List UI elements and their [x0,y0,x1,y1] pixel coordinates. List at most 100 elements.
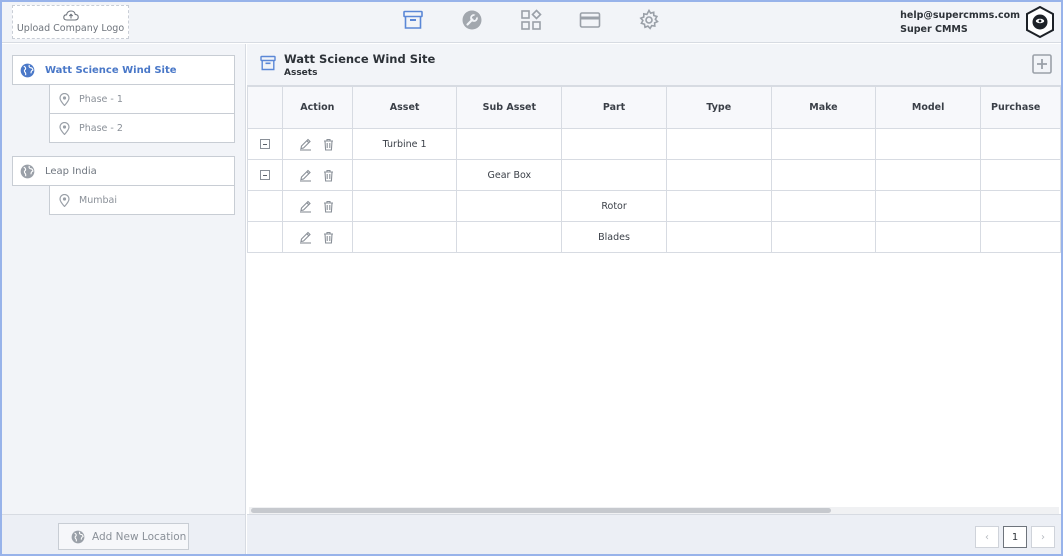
sublocation-item-mumbai[interactable]: Mumbai [49,186,235,215]
globe-icon [20,164,35,178]
asset-cell [351,221,458,253]
expand-cell [247,221,283,253]
column-header-make[interactable]: Make [770,86,877,129]
add-asset-button[interactable] [1032,54,1052,74]
nav-assets[interactable] [402,9,424,31]
expand-cell [247,159,283,191]
part-cell [561,159,667,191]
sub-asset-cell [456,221,563,253]
edit-icon[interactable] [299,169,312,182]
location-item-leap-india[interactable]: Leap India [12,156,235,186]
edit-icon[interactable] [299,200,312,213]
widgets-icon [521,9,542,30]
sub-asset-cell [456,128,563,160]
make-cell [770,190,877,222]
sublocation-item-phase-2[interactable]: Phase - 2 [49,114,235,143]
wrench-icon [462,10,482,30]
column-header-asset[interactable]: Asset [351,86,458,129]
user-email: help@supercmms.com [900,10,1020,21]
page-subtitle: Assets [284,68,318,78]
table-row[interactable]: Gear Box [247,159,1061,191]
part-cell: Blades [561,221,667,253]
nav-billing[interactable] [579,9,601,31]
make-cell [770,159,877,191]
table-row[interactable]: Turbine 1 [247,128,1061,160]
globe-icon [20,63,35,77]
table-row[interactable]: Blades [247,221,1061,253]
type-cell [665,221,772,253]
table-row[interactable]: Rotor [247,190,1061,222]
map-pin-icon [59,193,70,207]
gear-icon [639,9,659,30]
nav-widgets[interactable] [520,9,542,31]
assets-table: Action Asset Sub Asset Part Type Make Mo… [247,86,1061,253]
top-header: Upload Company Logo help@supercmms.com S… [2,2,1061,43]
sublocation-label: Phase - 1 [79,93,123,105]
collapse-toggle[interactable] [259,139,270,149]
location-item-watt-science[interactable]: Watt Science Wind Site [12,55,235,85]
sidebar-footer: Add New Location [2,514,246,554]
card-icon [579,12,601,28]
purchase-cell [980,190,1061,222]
column-header-action: Action [281,86,353,129]
globe-icon [71,530,85,543]
column-header-purchase[interactable]: Purchase [980,86,1061,129]
table-header-row: Action Asset Sub Asset Part Type Make Mo… [247,86,1061,129]
cloud-upload-icon [62,10,79,21]
user-name: Super CMMS [900,24,968,35]
asset-cell [351,159,458,191]
purchase-cell [980,128,1061,160]
part-cell [561,128,667,160]
location-group: Leap India Mumbai [12,156,235,215]
trash-icon[interactable] [322,138,335,151]
asset-cell: Turbine 1 [351,128,458,160]
page-number-button[interactable]: 1 [1003,526,1027,548]
map-pin-icon [59,92,70,106]
action-cell [281,221,353,253]
edit-icon[interactable] [299,231,312,244]
nav-maintenance[interactable] [461,9,483,31]
pagination: ‹ 1 › [975,526,1055,548]
map-pin-icon [59,121,70,135]
location-label: Watt Science Wind Site [45,64,177,76]
location-group: Watt Science Wind Site Phase - 1 Phase -… [12,55,235,143]
sublocation-label: Phase - 2 [79,122,123,134]
user-info: help@supercmms.com Super CMMS [900,9,1020,37]
sub-asset-cell: Gear Box [456,159,563,191]
column-header-model[interactable]: Model [875,86,982,129]
column-header-part[interactable]: Part [561,86,667,129]
column-header-expand [247,86,283,129]
trash-icon[interactable] [322,200,335,213]
next-page-button[interactable]: › [1031,526,1055,548]
model-cell [875,128,982,160]
main-nav [402,9,660,35]
model-cell [875,190,982,222]
column-header-type[interactable]: Type [665,86,772,129]
type-cell [665,190,772,222]
action-cell [281,159,353,191]
nav-settings[interactable] [638,9,660,31]
main-footer: ‹ 1 › [247,514,1061,554]
action-cell [281,128,353,160]
main-header: Watt Science Wind Site Assets [247,44,1061,86]
trash-icon[interactable] [322,231,335,244]
add-new-location-button[interactable]: Add New Location [58,523,189,550]
prev-page-button[interactable]: ‹ [975,526,999,548]
assets-table-container[interactable]: Action Asset Sub Asset Part Type Make Mo… [247,86,1061,506]
trash-icon[interactable] [322,169,335,182]
type-cell [665,159,772,191]
locations-sidebar: Watt Science Wind Site Phase - 1 Phase -… [2,44,246,514]
horizontal-scrollbar[interactable] [249,507,1059,514]
avatar[interactable] [1025,6,1055,38]
part-cell: Rotor [561,190,667,222]
edit-icon[interactable] [299,138,312,151]
purchase-cell [980,159,1061,191]
scrollbar-thumb[interactable] [251,508,831,513]
column-header-sub-asset[interactable]: Sub Asset [456,86,563,129]
sublocation-item-phase-1[interactable]: Phase - 1 [49,85,235,114]
model-cell [875,159,982,191]
upload-logo-label: Upload Company Logo [16,23,125,34]
collapse-toggle[interactable] [259,170,270,180]
upload-logo-button[interactable]: Upload Company Logo [12,5,129,39]
sub-asset-cell [456,190,563,222]
